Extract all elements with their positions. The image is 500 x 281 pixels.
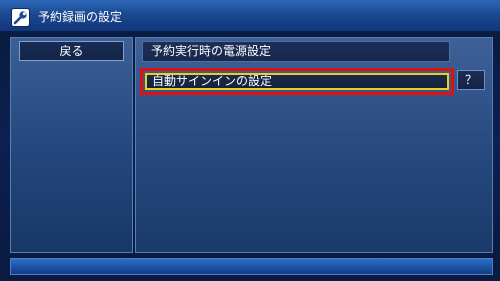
- left-panel: 戻る: [10, 37, 133, 253]
- title-bar: 予約録画の設定: [0, 0, 500, 33]
- screen: 予約録画の設定 戻る 予約実行時の電源設定 自動サインインの設定 ？: [0, 0, 500, 281]
- bottom-bar: [10, 258, 493, 275]
- wrench-icon: [12, 9, 29, 26]
- section-header[interactable]: 予約実行時の電源設定: [142, 41, 450, 62]
- window-title: 予約録画の設定: [38, 10, 123, 24]
- back-button[interactable]: 戻る: [19, 41, 124, 61]
- right-panel: 予約実行時の電源設定 自動サインインの設定 ？: [135, 37, 493, 253]
- help-button[interactable]: ？: [457, 70, 485, 90]
- auto-signin-setting-item[interactable]: 自動サインインの設定: [140, 68, 454, 95]
- auto-signin-setting-label: 自動サインインの設定: [145, 73, 449, 90]
